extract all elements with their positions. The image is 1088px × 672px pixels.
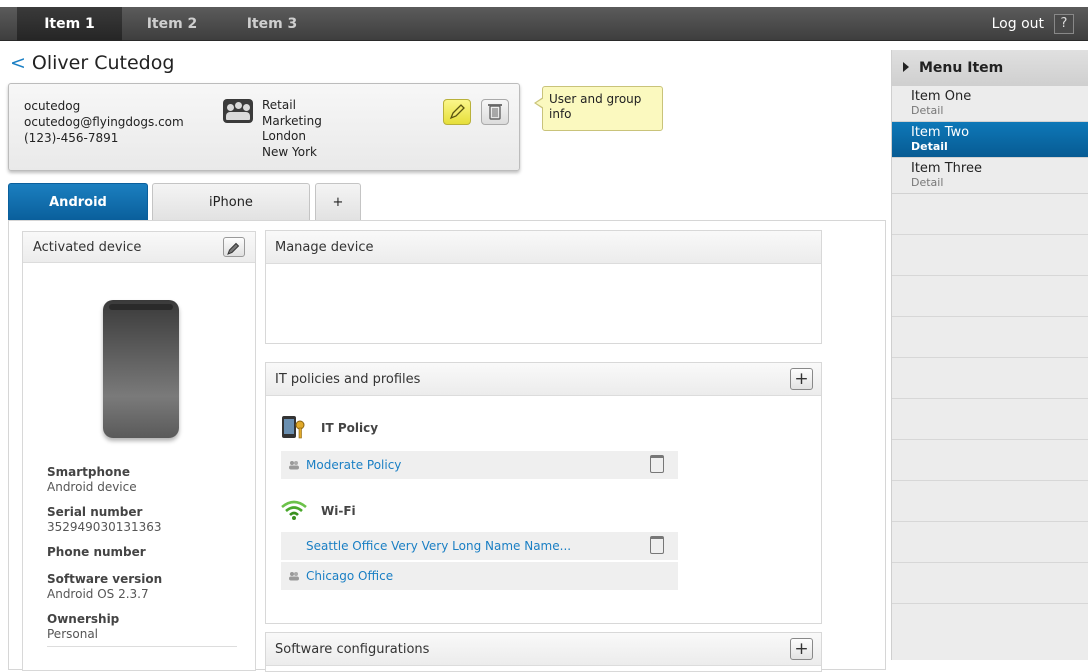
phone-image: [103, 300, 179, 438]
software-config-header: Software configurations +: [266, 633, 821, 666]
policy-row[interactable]: Moderate Policy: [281, 451, 678, 479]
sidebar-header[interactable]: Menu Item: [892, 50, 1088, 86]
group-item: London: [262, 129, 306, 143]
software-config-panel: Software configurations +: [265, 632, 822, 672]
page-title: < Oliver Cutedog: [10, 52, 174, 74]
device-field-software-version: Software version Android OS 2.3.7: [47, 572, 163, 601]
it-policy-title: IT Policy: [321, 421, 379, 435]
users-icon: [289, 572, 299, 581]
sidebar-empty-row: [892, 522, 1088, 563]
sidebar-empty-row: [892, 317, 1088, 358]
divider: [47, 646, 237, 647]
caret-right-icon: [903, 62, 909, 72]
edit-device-button[interactable]: [223, 237, 245, 257]
trash-icon[interactable]: [650, 536, 664, 554]
sidebar: Menu Item Item One Detail Item Two Detai…: [891, 50, 1088, 660]
sidebar-empty-row: [892, 563, 1088, 604]
tab-iphone[interactable]: iPhone: [152, 183, 310, 220]
logout-link[interactable]: Log out: [992, 7, 1044, 41]
group-item: New York: [262, 144, 317, 159]
sidebar-empty-row: [892, 235, 1088, 276]
wifi-row[interactable]: Seattle Office Very Very Long Name Name.…: [281, 532, 678, 560]
user-group-tooltip: User and group info: [534, 86, 663, 131]
user-contact: ocutedog ocutedog@flyingdogs.com (123)-4…: [24, 98, 184, 146]
user-card: ocutedog ocutedog@flyingdogs.com (123)-4…: [8, 83, 520, 171]
sidebar-item-one[interactable]: Item One Detail: [892, 86, 1088, 122]
sidebar-empty-row: [892, 358, 1088, 399]
device-field-serial: Serial number 352949030131363: [47, 505, 162, 534]
sidebar-empty-row: [892, 440, 1088, 481]
wifi-link[interactable]: Seattle Office Very Very Long Name Name.…: [306, 539, 571, 553]
add-software-config-button[interactable]: +: [790, 638, 813, 660]
policy-link[interactable]: Moderate Policy: [306, 458, 401, 472]
nav-tab-item-3[interactable]: Item 3: [222, 7, 322, 41]
email: ocutedog@flyingdogs.com: [24, 115, 184, 129]
pencil-icon: [449, 104, 465, 120]
phone: (123)-456-7891: [24, 131, 119, 145]
panel-title: Activated device: [33, 240, 142, 255]
users-icon: [289, 461, 299, 470]
sidebar-item-three[interactable]: Item Three Detail: [892, 158, 1088, 194]
username: ocutedog: [24, 99, 81, 113]
activated-device-panel: Activated device Smartphone Android devi…: [22, 231, 256, 671]
it-policies-header: IT policies and profiles +: [266, 363, 821, 396]
edit-user-button[interactable]: [443, 99, 471, 125]
group-icon: [223, 99, 253, 123]
wifi-icon: [281, 500, 307, 520]
user-name: Oliver Cutedog: [31, 52, 175, 74]
delete-user-button[interactable]: [481, 99, 509, 125]
device-field-smartphone: Smartphone Android device: [47, 465, 137, 494]
manage-device-panel: Manage device: [265, 230, 822, 344]
device-field-phone-number: Phone number: [47, 545, 146, 559]
manage-device-header: Manage device: [266, 231, 821, 264]
wifi-title: Wi-Fi: [321, 504, 356, 518]
group-item: Marketing: [262, 113, 322, 128]
top-nav-bar: Item 1 Item 2 Item 3 Log out ?: [0, 7, 1088, 41]
sidebar-empty-row: [892, 276, 1088, 317]
add-policy-button[interactable]: +: [790, 368, 813, 390]
back-link[interactable]: <: [10, 52, 26, 74]
add-device-tab[interactable]: +: [315, 183, 361, 220]
trash-icon: [488, 104, 502, 120]
panel-title: IT policies and profiles: [275, 372, 421, 387]
user-groups: Retail Marketing London New York: [262, 98, 322, 160]
sidebar-empty-row: [892, 194, 1088, 235]
nav-tab-item-2[interactable]: Item 2: [122, 7, 222, 41]
device-field-ownership: Ownership Personal: [47, 612, 120, 641]
it-policies-panel: IT policies and profiles + IT Policy Mod…: [265, 362, 822, 624]
sidebar-empty-row: [892, 481, 1088, 522]
activated-device-header: Activated device: [23, 232, 255, 263]
sidebar-empty-row: [892, 399, 1088, 440]
group-item: Retail: [262, 98, 296, 112]
trash-icon[interactable]: [650, 455, 664, 473]
nav-tab-item-1[interactable]: Item 1: [17, 7, 122, 41]
panel-title: Software configurations: [275, 642, 430, 657]
help-button[interactable]: ?: [1054, 14, 1074, 34]
pencil-icon: [227, 242, 240, 255]
wifi-link[interactable]: Chicago Office: [306, 569, 393, 583]
wifi-row[interactable]: Chicago Office: [281, 562, 678, 590]
device-key-icon: [282, 416, 305, 439]
sidebar-item-two[interactable]: Item Two Detail: [892, 122, 1088, 158]
tab-android[interactable]: Android: [8, 183, 148, 220]
